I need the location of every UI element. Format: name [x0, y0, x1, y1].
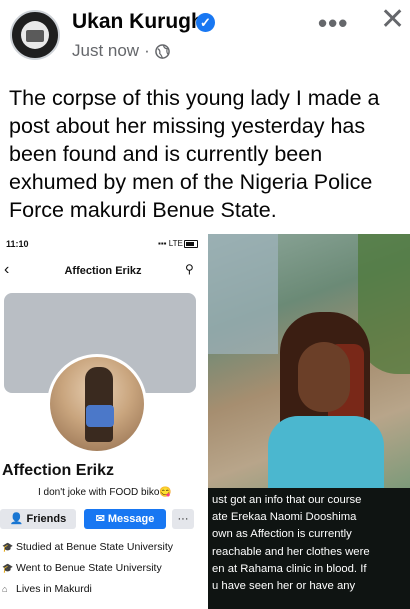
info-item-lives: ⌂ Lives in Makurdi: [2, 583, 92, 595]
info-item-went: 🎓 Went to Benue State University: [2, 562, 162, 574]
graduation-icon: 🎓: [2, 541, 14, 552]
graduation-icon: 🎓: [2, 562, 14, 573]
profile-more-button: ···: [172, 509, 194, 529]
message-button: ✉ Message: [84, 509, 166, 529]
overlay-line: reachable and her clothes were: [212, 545, 370, 558]
close-icon[interactable]: ✕: [380, 2, 405, 37]
profile-header-title: Affection Erikz: [64, 265, 142, 277]
photo-screenshot[interactable]: ust got an info that our course ate Erek…: [208, 234, 410, 609]
profile-picture: [47, 354, 147, 454]
info-text: Went to Benue State University: [16, 562, 162, 574]
photo-background: [208, 234, 278, 354]
overlay-line: own as Affection is currently: [212, 528, 352, 541]
photo-overlay-text: ust got an info that our course ate Erek…: [212, 492, 410, 595]
signal-icon: ▪▪▪ LTE: [158, 239, 183, 248]
more-options-icon[interactable]: •••: [318, 8, 348, 39]
friends-button: 👤 Friends: [0, 509, 76, 529]
profile-name: Affection Erikz: [2, 462, 115, 479]
meta-separator: ·: [144, 41, 150, 60]
globe-icon: [154, 43, 170, 59]
post-timestamp[interactable]: Just now: [72, 41, 139, 61]
post-meta: Just now ·: [72, 41, 170, 61]
photo-face: [298, 342, 350, 412]
overlay-line: u have seen her or have any: [212, 580, 356, 593]
photo-top: [268, 416, 384, 488]
info-text: Lives in Makurdi: [16, 583, 92, 595]
battery-icon: [184, 240, 198, 248]
overlay-line: ate Erekaa Naomi Dooshima: [212, 511, 357, 524]
info-item-studied: 🎓 Studied at Benue State University: [2, 541, 173, 553]
author-name[interactable]: Ukan Kurugh: [72, 10, 204, 34]
info-text: Studied at Benue State University: [16, 541, 174, 553]
overlay-line: ust got an info that our course: [212, 494, 362, 506]
profile-bio: I don't joke with FOOD biko😋: [38, 487, 172, 498]
post-caption: The corpse of this young lady I made a p…: [9, 86, 380, 222]
verified-badge-icon: ✓: [196, 13, 215, 32]
avatar-detail: [26, 30, 44, 42]
overlay-line: en at Rahama clinic in blood. If: [212, 562, 367, 575]
search-icon: ⚲: [185, 262, 194, 276]
status-time: 11:10: [6, 239, 29, 249]
home-icon: ⌂: [2, 584, 8, 594]
profile-screenshot[interactable]: 11:10 ▪▪▪ LTE ‹ Affection Erikz ⚲ Affect…: [0, 231, 206, 609]
author-avatar[interactable]: [10, 10, 60, 60]
